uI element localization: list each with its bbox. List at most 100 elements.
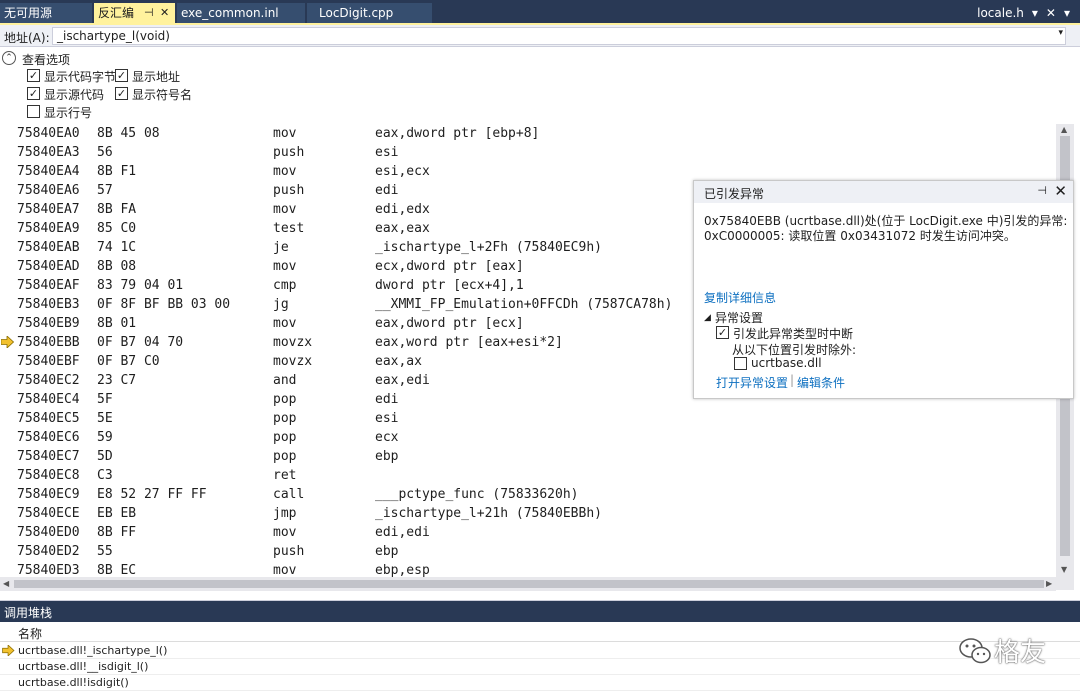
address-input[interactable]: _ischartype_l(void)	[57, 29, 170, 43]
exception-message-line2: 0xC0000005: 读取位置 0x03431072 时发生访问冲突。	[704, 229, 1016, 243]
scroll-thumb[interactable]	[14, 580, 1044, 588]
code-line[interactable]: 75840EA0 8B 45 08 mov eax,dword ptr [ebp+8]	[0, 124, 1056, 143]
chevron-down-icon[interactable]: ▾	[1032, 6, 1038, 20]
code-operands: eax,edi	[375, 373, 430, 388]
code-bytes: 8B FA	[97, 202, 137, 217]
current-frame-arrow-icon	[2, 645, 15, 656]
code-mnemonic: pop	[273, 449, 297, 464]
code-bytes: 8B FF	[97, 525, 137, 540]
call-stack-row[interactable]: ucrtbase.dll!_ischartype_l()	[0, 643, 1080, 659]
code-mnemonic: ret	[273, 468, 297, 483]
show-code-bytes-label: 显示代码字节	[44, 70, 117, 84]
show-code-bytes-checkbox[interactable]: ✓	[27, 69, 40, 82]
current-instruction-arrow-icon	[1, 336, 14, 348]
address-label: 地址(A):	[4, 31, 50, 45]
code-operands: ebp	[375, 544, 399, 559]
close-icon[interactable]: ✕	[1046, 6, 1056, 20]
code-line[interactable]: 75840EA3 56 push esi	[0, 143, 1056, 162]
close-icon[interactable]: ✕	[1054, 182, 1067, 200]
code-line[interactable]: 75840EC6 59 pop ecx	[0, 428, 1056, 447]
show-symbols-label: 显示符号名	[132, 88, 193, 102]
tab-locale-h[interactable]: locale.h	[977, 6, 1024, 20]
code-operands: ebp,esp	[375, 563, 430, 577]
code-mnemonic: mov	[273, 525, 297, 540]
break-on-exception-checkbox[interactable]: ✓	[716, 326, 729, 339]
code-address: 75840EA7	[17, 202, 80, 217]
ucrtbase-label: ucrtbase.dll	[751, 356, 822, 370]
code-bytes: 0F 8F BF BB 03 00	[97, 297, 231, 312]
code-bytes: EB EB	[97, 506, 137, 521]
code-address: 75840EC7	[17, 449, 80, 464]
show-symbols-checkbox[interactable]: ✓	[115, 87, 128, 100]
code-mnemonic: call	[273, 487, 305, 502]
code-address: 75840ED2	[17, 544, 80, 559]
close-icon[interactable]: ✕	[160, 3, 169, 23]
code-address: 75840EA9	[17, 221, 80, 236]
code-bytes: 56	[97, 145, 113, 160]
show-address-checkbox[interactable]: ✓	[115, 69, 128, 82]
scroll-up-icon[interactable]: ▲	[1061, 125, 1067, 134]
call-stack-row[interactable]: ucrtbase.dll!__isdigit_l()	[0, 659, 1080, 675]
scroll-right-icon[interactable]: ▶	[1046, 579, 1052, 588]
code-address: 75840EB3	[17, 297, 80, 312]
code-bytes: 57	[97, 183, 113, 198]
code-bytes: 55	[97, 544, 113, 559]
code-address: 75840EB9	[17, 316, 80, 331]
code-bytes: 8B 01	[97, 316, 137, 331]
code-line[interactable]: 75840ED0 8B FF mov edi,edi	[0, 523, 1056, 542]
code-address: 75840EC8	[17, 468, 80, 483]
code-bytes: 8B F1	[97, 164, 137, 179]
tab-exe-common[interactable]: exe_common.inl	[177, 3, 305, 23]
call-stack-header: 调用堆栈	[0, 601, 1080, 622]
view-options-panel: ⌃ 查看选项 ✓ 显示代码字节 ✓ 显示地址 ✓ 显示源代码 ✓ 显示符号名 显…	[0, 48, 1080, 124]
collapse-icon[interactable]: ⌃	[2, 51, 16, 65]
chevron-down-icon[interactable]: ▾	[1058, 28, 1063, 38]
expand-triangle-icon[interactable]: ◢	[704, 313, 711, 323]
code-line[interactable]: 75840EC9 E8 52 27 FF FF call ___pctype_func…	[0, 485, 1056, 504]
show-line-numbers-checkbox[interactable]	[27, 105, 40, 118]
pin-icon[interactable]: ⊣	[1037, 184, 1047, 197]
code-mnemonic: and	[273, 373, 297, 388]
tab-locdigit[interactable]: LocDigit.cpp	[307, 3, 432, 23]
exception-title: 已引发异常	[704, 187, 765, 201]
edit-conditions-link[interactable]: 编辑条件	[797, 374, 845, 391]
code-bytes: 83 79 04 01	[97, 278, 184, 293]
code-bytes: 0F B7 C0	[97, 354, 160, 369]
tab-overflow-area: locale.h ▾ ✕ ▾	[969, 3, 1070, 23]
call-stack-row[interactable]: ucrtbase.dll!isdigit()	[0, 675, 1080, 691]
call-stack-column-header[interactable]: 名称	[0, 622, 1080, 642]
code-line[interactable]: 75840EC8 C3 ret	[0, 466, 1056, 485]
code-bytes: 5E	[97, 411, 113, 426]
open-exception-settings-link[interactable]: 打开异常设置	[716, 374, 788, 391]
code-line[interactable]: 75840EC5 5E pop esi	[0, 409, 1056, 428]
copy-details-link[interactable]: 复制详细信息	[704, 289, 776, 306]
chevron-down-icon[interactable]: ▾	[1064, 6, 1070, 20]
code-line[interactable]: 75840ECE EB EB jmp _ischartype_l+21h (75840…	[0, 504, 1056, 523]
code-address: 75840EC5	[17, 411, 80, 426]
call-stack-title: 调用堆栈	[4, 606, 53, 620]
code-address: 75840EBB	[17, 335, 80, 350]
address-combobox[interactable]: _ischartype_l(void) ▾	[52, 27, 1066, 45]
tab-no-source[interactable]: 无可用源	[0, 3, 92, 23]
code-mnemonic: jmp	[273, 506, 297, 521]
call-stack-frame-name: ucrtbase.dll!__isdigit_l()	[18, 660, 149, 673]
code-address: 75840ED0	[17, 525, 80, 540]
pin-icon[interactable]: ⊣	[144, 3, 154, 23]
show-source-checkbox[interactable]: ✓	[27, 87, 40, 100]
code-line[interactable]: 75840ED2 55 push ebp	[0, 542, 1056, 561]
ucrtbase-checkbox[interactable]	[734, 357, 747, 370]
scroll-left-icon[interactable]: ◀	[3, 579, 9, 588]
code-operands: ecx,dword ptr [eax]	[375, 259, 524, 274]
horizontal-scrollbar[interactable]: ◀ ▶	[0, 577, 1056, 591]
code-bytes: C3	[97, 468, 113, 483]
code-mnemonic: jg	[273, 297, 289, 312]
code-line[interactable]: 75840EC7 5D pop ebp	[0, 447, 1056, 466]
code-operands: esi,ecx	[375, 164, 430, 179]
code-operands: eax,eax	[375, 221, 430, 236]
code-operands: __XMMI_FP_Emulation+0FFCDh (7587CA78h)	[375, 297, 673, 312]
code-line[interactable]: 75840EA4 8B F1 mov esi,ecx	[0, 162, 1056, 181]
code-address: 75840EC6	[17, 430, 80, 445]
code-line[interactable]: 75840ED3 8B EC mov ebp,esp	[0, 561, 1056, 577]
tab-disassembly[interactable]: 反汇编 ⊣ ✕	[94, 3, 175, 23]
scroll-down-icon[interactable]: ▼	[1061, 565, 1067, 574]
